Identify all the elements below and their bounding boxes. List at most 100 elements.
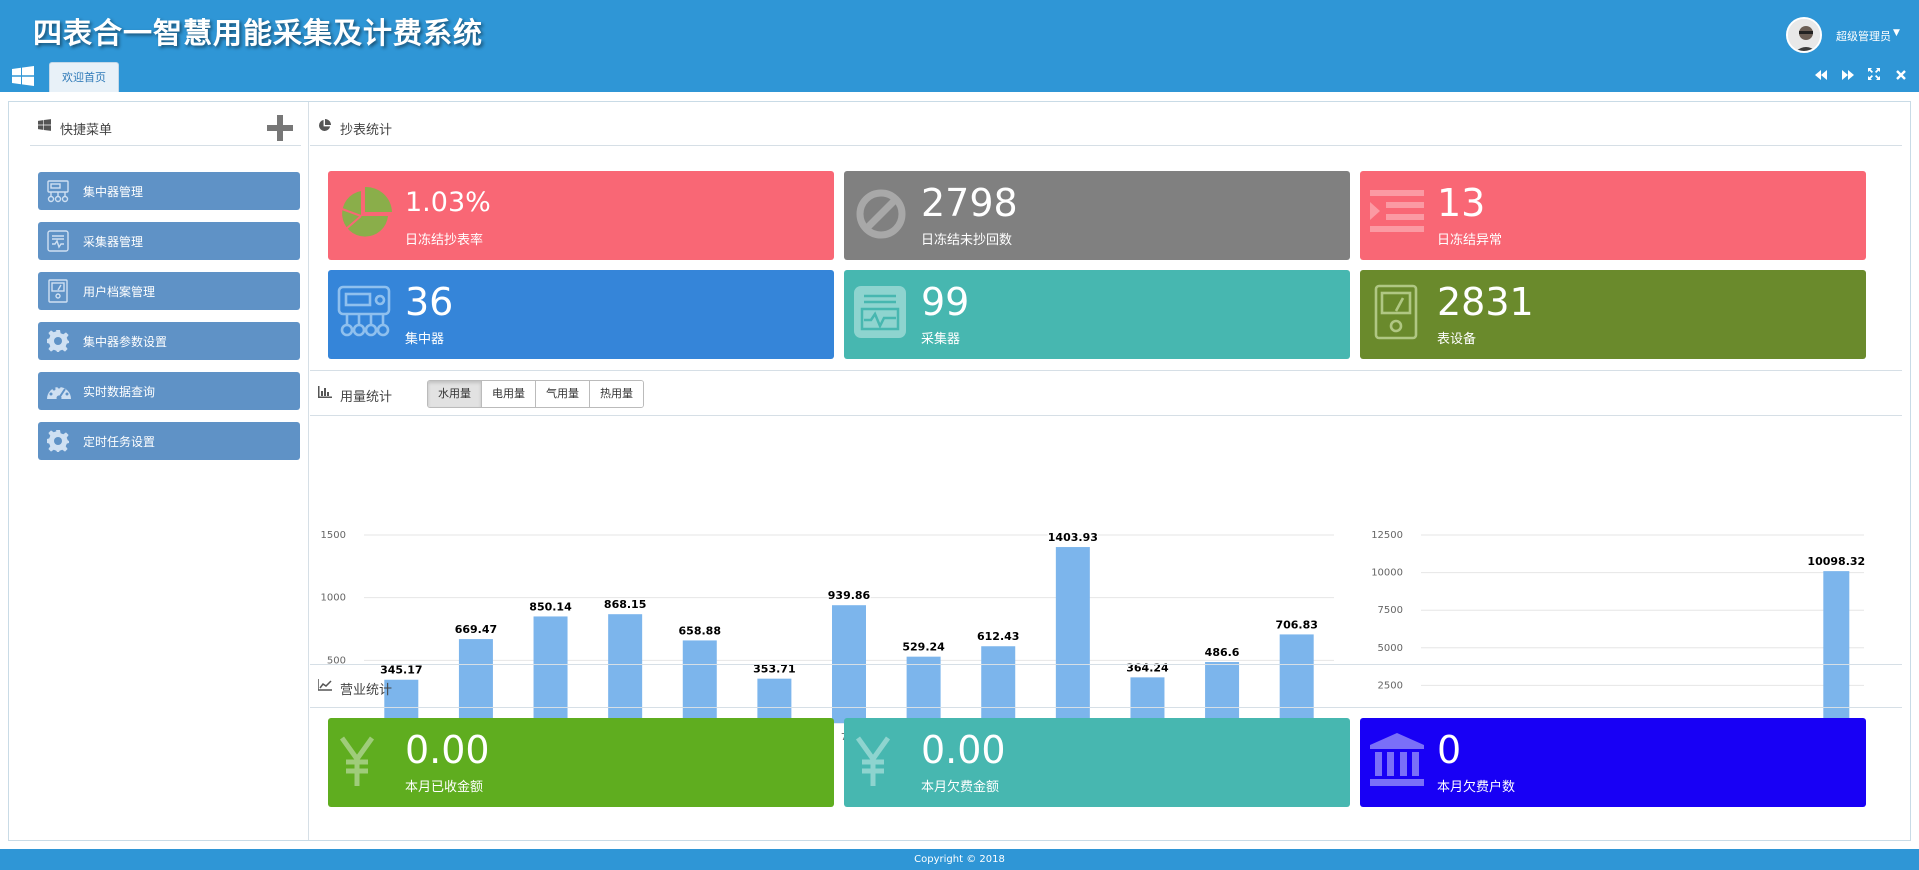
- card-value: 2831: [1437, 280, 1534, 324]
- meter-icon: [46, 279, 70, 303]
- y-tick-label: 1000: [321, 593, 346, 604]
- user-avatar[interactable]: [1786, 17, 1822, 53]
- card-label: 本月已收金额: [405, 780, 484, 795]
- business-stats-header: 营业统计: [310, 664, 1902, 708]
- bank-icon: [1368, 732, 1426, 790]
- quick-menu-header: 快捷菜单: [30, 108, 301, 146]
- y-tick-label: 1500: [321, 530, 346, 541]
- card-value: 1.03%: [405, 187, 491, 218]
- data-label: 868.15: [604, 598, 646, 611]
- card-collector[interactable]: 99 采集器: [844, 270, 1350, 359]
- menu-item-label: 定时任务设置: [83, 435, 156, 449]
- y-tick-label: 7500: [1378, 605, 1403, 616]
- tab-gas[interactable]: 气用量: [536, 381, 590, 407]
- data-label: 850.14: [529, 600, 572, 613]
- windows-icon[interactable]: [12, 66, 34, 86]
- quick-menu-sidebar: 快捷菜单 集中器管理 采集器管理 用户档案管理 集中器参数设置 实时数据查询 定…: [9, 102, 309, 840]
- card-received-amount[interactable]: 0.00 本月已收金额: [328, 718, 834, 807]
- menu-item-label: 实时数据查询: [83, 385, 156, 399]
- card-label: 表设备: [1437, 332, 1477, 347]
- bar-chart-icon: [318, 386, 332, 400]
- tab-water[interactable]: 水用量: [428, 381, 482, 407]
- forward-icon[interactable]: [1840, 68, 1856, 84]
- menu-item-label: 集中器参数设置: [83, 335, 168, 349]
- collector-icon: [852, 284, 910, 342]
- data-label: 658.88: [679, 624, 721, 637]
- tab-heat[interactable]: 热用量: [590, 381, 643, 407]
- y-tick-label: 10000: [1371, 568, 1403, 579]
- meter-stats-header: 抄表统计: [310, 108, 1902, 146]
- concentrator-icon: [46, 179, 70, 203]
- data-label: 612.43: [977, 630, 1019, 643]
- card-label: 本月欠费户数: [1437, 780, 1516, 795]
- data-label: 669.47: [455, 623, 497, 636]
- card-read-rate[interactable]: 1.03% 日冻结抄表率: [328, 171, 834, 260]
- card-value: 0.00: [921, 728, 1006, 772]
- concentrator-icon: [336, 284, 394, 342]
- data-label: 939.86: [828, 589, 871, 602]
- menu-item-concentrator[interactable]: 集中器管理: [38, 172, 300, 210]
- gear-icon: [46, 429, 70, 453]
- card-abnormal[interactable]: 13 日冻结异常: [1360, 171, 1866, 260]
- card-meter-devices[interactable]: 2831 表设备: [1360, 270, 1866, 359]
- app-title: 四表合一智慧用能采集及计费系统: [33, 16, 484, 50]
- card-label: 本月欠费金额: [921, 780, 1000, 795]
- card-value: 13: [1437, 181, 1486, 225]
- content-frame: 快捷菜单 集中器管理 采集器管理 用户档案管理 集中器参数设置 实时数据查询 定…: [8, 101, 1911, 841]
- pie-chart-icon: [318, 119, 332, 133]
- card-label: 日冻结异常: [1437, 233, 1503, 248]
- card-value: 36: [405, 280, 454, 324]
- windows-icon: [38, 119, 52, 133]
- menu-item-label: 集中器管理: [83, 185, 144, 199]
- pie-chart-icon: [336, 185, 394, 243]
- data-label: 486.6: [1205, 646, 1240, 659]
- meter-icon: [1368, 284, 1426, 342]
- tab-home[interactable]: 欢迎首页: [49, 62, 119, 92]
- yen-icon: [336, 732, 394, 790]
- collector-icon: [46, 229, 70, 253]
- card-concentrator[interactable]: 36 集中器: [328, 270, 834, 359]
- dashboard-main: 抄表统计 1.03% 日冻结抄表率 2798 日冻结未抄回数 13 日冻结异常: [310, 102, 1911, 840]
- indent-list-icon: [1368, 185, 1426, 243]
- y-tick-label: 12500: [1371, 530, 1403, 541]
- card-value: 2798: [921, 181, 1018, 225]
- data-label: 1403.93: [1048, 531, 1098, 544]
- data-label: 706.83: [1275, 618, 1317, 631]
- plus-icon[interactable]: [267, 115, 293, 141]
- card-arrears-amount[interactable]: 0.00 本月欠费金额: [844, 718, 1350, 807]
- card-label: 采集器: [921, 332, 961, 347]
- app-header: 四表合一智慧用能采集及计费系统 超级管理员 ▼ 欢迎首页: [0, 0, 1919, 92]
- menu-item-collector[interactable]: 采集器管理: [38, 222, 300, 260]
- data-label: 10098.32: [1807, 555, 1865, 568]
- fullscreen-icon[interactable]: [1866, 68, 1882, 84]
- business-stats-title: 营业统计: [340, 683, 393, 698]
- dashboard-icon: [46, 379, 71, 403]
- menu-item-concentrator-params[interactable]: 集中器参数设置: [38, 322, 300, 360]
- footer: Copyright © 2018: [0, 849, 1919, 870]
- gear-icon: [46, 329, 70, 353]
- data-label: 529.24: [902, 641, 945, 654]
- line-chart-icon: [317, 679, 332, 693]
- usage-type-tabs: 水用量 电用量 气用量 热用量: [427, 380, 644, 408]
- backward-icon[interactable]: [1813, 68, 1829, 84]
- card-label: 日冻结未抄回数: [921, 233, 1013, 248]
- card-arrears-households[interactable]: 0 本月欠费户数: [1360, 718, 1866, 807]
- menu-item-label: 用户档案管理: [83, 285, 156, 299]
- close-icon[interactable]: [1893, 68, 1909, 84]
- user-name[interactable]: 超级管理员: [1836, 28, 1891, 44]
- card-value: 0: [1437, 728, 1462, 772]
- card-label: 日冻结抄表率: [405, 233, 484, 248]
- card-value: 99: [921, 280, 970, 324]
- chevron-down-icon[interactable]: ▼: [1893, 28, 1900, 38]
- y-tick-label: 5000: [1378, 643, 1403, 654]
- menu-item-user-archive[interactable]: 用户档案管理: [38, 272, 300, 310]
- menu-item-scheduled-tasks[interactable]: 定时任务设置: [38, 422, 300, 460]
- card-unread-count[interactable]: 2798 日冻结未抄回数: [844, 171, 1350, 260]
- menu-item-realtime-data[interactable]: 实时数据查询: [38, 372, 300, 410]
- meter-stats-title: 抄表统计: [340, 123, 393, 138]
- tab-electricity[interactable]: 电用量: [482, 381, 536, 407]
- card-label: 集中器: [405, 332, 445, 347]
- quick-menu-title: 快捷菜单: [60, 123, 113, 138]
- usage-stats-title: 用量统计: [340, 390, 393, 405]
- yen-icon: [852, 732, 910, 790]
